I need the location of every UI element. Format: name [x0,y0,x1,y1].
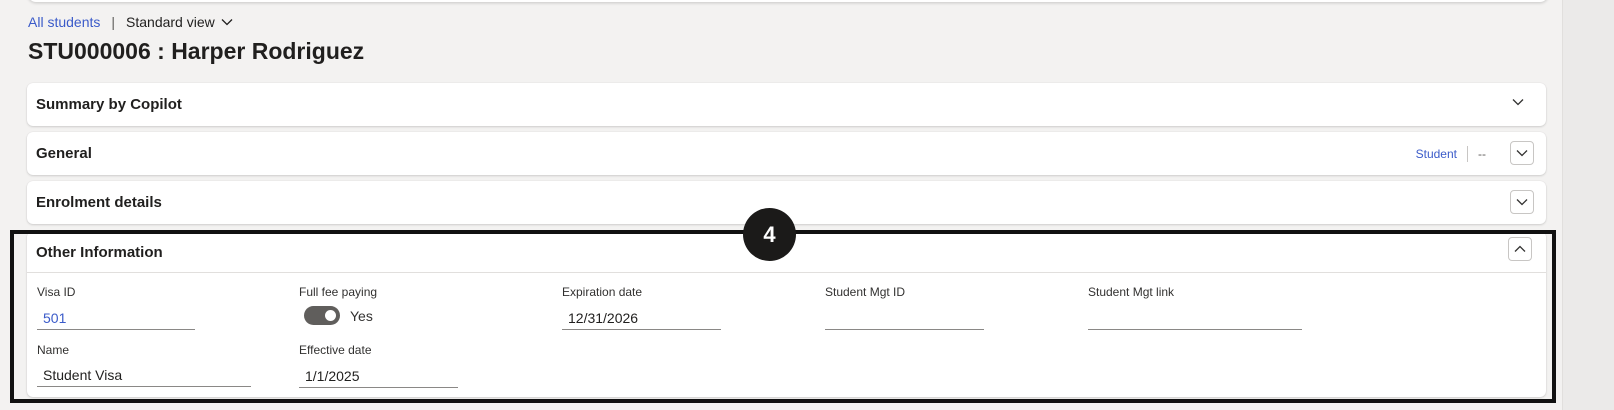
right-scroll-gutter [1562,0,1614,410]
view-selector-label: Standard view [126,14,215,30]
chevron-down-icon [221,19,233,26]
section-title: Summary by Copilot [36,96,182,113]
chevron-down-icon [1516,199,1528,206]
general-summary: Student -- [1416,146,1486,162]
general-summary-tag: Student [1415,147,1457,161]
section-title: Enrolment details [36,194,162,211]
step-number-badge: 4 [743,208,796,261]
previous-panel-edge [28,0,1548,2]
all-students-link[interactable]: All students [28,14,100,30]
chevron-down-icon[interactable] [1512,98,1524,106]
expand-enrolment-button[interactable] [1510,190,1534,214]
view-selector[interactable]: Standard view [126,14,233,30]
section-title: General [36,145,92,162]
chevron-down-icon [1516,150,1528,157]
divider [1467,146,1468,162]
general-section[interactable]: General Student -- [27,132,1546,175]
summary-by-copilot-section[interactable]: Summary by Copilot [27,83,1546,126]
expand-general-button[interactable] [1510,141,1534,165]
breadcrumb: All students | Standard view [28,14,233,30]
page-title: STU000006 : Harper Rodriguez [28,38,365,64]
general-summary-value: -- [1478,147,1486,161]
breadcrumb-separator: | [111,14,116,30]
